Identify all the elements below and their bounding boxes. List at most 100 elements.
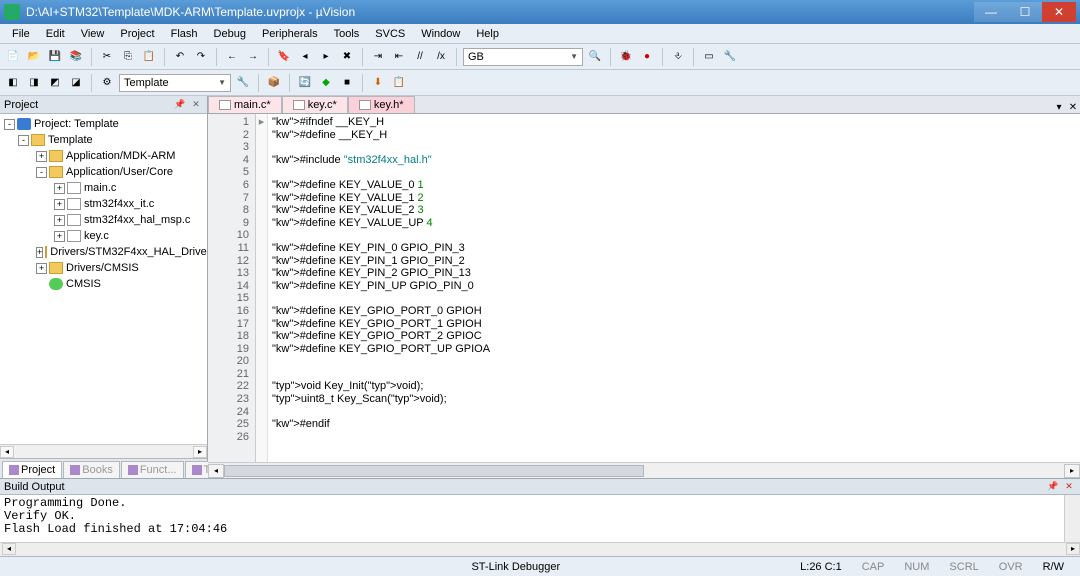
templates-window-icon[interactable]: ◪	[67, 74, 85, 92]
paste-icon[interactable]: 📋	[140, 48, 158, 66]
project-tab-books[interactable]: Books	[63, 461, 120, 478]
code-line[interactable]: "kw">#define KEY_VALUE_0 1	[272, 179, 1076, 192]
undo-icon[interactable]: ↶	[171, 48, 189, 66]
fold-column[interactable]: ▸	[256, 114, 268, 462]
editor-hscroll[interactable]: ◂ ▸	[208, 462, 1080, 478]
options-icon[interactable]: 🔧	[234, 74, 252, 92]
menu-edit[interactable]: Edit	[38, 26, 73, 42]
build-hscroll[interactable]: ◂ ▸	[0, 542, 1080, 556]
tab-dropdown-icon[interactable]: ▾	[1052, 102, 1066, 113]
menu-window[interactable]: Window	[413, 26, 468, 42]
copy-icon[interactable]: ⎘	[119, 48, 137, 66]
build-target-icon[interactable]: 📦	[265, 74, 283, 92]
editor-tab[interactable]: key.c*	[282, 96, 348, 113]
bookmark-prev-icon[interactable]: ◂	[296, 48, 314, 66]
open-file-icon[interactable]: 📂	[25, 48, 43, 66]
debug-start-icon[interactable]: 🐞	[617, 48, 635, 66]
menu-view[interactable]: View	[73, 26, 113, 42]
tab-close-icon[interactable]: ✕	[1066, 102, 1080, 113]
close-button[interactable]: ✕	[1042, 2, 1076, 22]
code-line[interactable]	[272, 368, 1076, 381]
code-line[interactable]	[272, 355, 1076, 368]
code-line[interactable]: "kw">#define KEY_GPIO_PORT_UP GPIOA	[272, 343, 1076, 356]
breakpoint-icon[interactable]: ●	[638, 48, 656, 66]
pin-icon[interactable]: 📌	[1046, 481, 1060, 493]
save-all-icon[interactable]: 📚	[67, 48, 85, 66]
new-file-icon[interactable]: 📄	[4, 48, 22, 66]
bookmark-clear-icon[interactable]: ✖	[338, 48, 356, 66]
menu-tools[interactable]: Tools	[326, 26, 368, 42]
scroll-left-icon[interactable]: ◂	[0, 446, 14, 458]
books-window-icon[interactable]: ◨	[25, 74, 43, 92]
close-pane-icon[interactable]: ✕	[189, 99, 203, 111]
pin-icon[interactable]: 📌	[173, 99, 187, 111]
tree-cmsis[interactable]: CMSIS	[0, 276, 207, 292]
code-line[interactable]	[272, 431, 1076, 444]
code-line[interactable]: "kw">#endif	[272, 418, 1076, 431]
translate-icon[interactable]: ◆	[317, 74, 335, 92]
functions-window-icon[interactable]: ◩	[46, 74, 64, 92]
stop-build-icon[interactable]: ■	[338, 74, 356, 92]
menu-flash[interactable]: Flash	[163, 26, 206, 42]
menu-peripherals[interactable]: Peripherals	[254, 26, 326, 42]
code-editor[interactable]: 1234567891011121314151617181920212223242…	[208, 114, 1080, 462]
insert-icon[interactable]: ⎀	[669, 48, 687, 66]
find-combo[interactable]: GB ▼	[463, 48, 583, 66]
project-tab-project[interactable]: Project	[2, 461, 62, 478]
scroll-right-icon[interactable]: ▸	[193, 446, 207, 458]
project-window-icon[interactable]: ◧	[4, 74, 22, 92]
tree-file[interactable]: +main.c	[0, 180, 207, 196]
tree-group[interactable]: +Application/MDK-ARM	[0, 148, 207, 164]
scroll-thumb[interactable]	[224, 465, 644, 477]
project-tab-funct[interactable]: Funct...	[121, 461, 184, 478]
scroll-left-icon[interactable]: ◂	[208, 464, 224, 478]
save-icon[interactable]: 💾	[46, 48, 64, 66]
tree-file[interactable]: +stm32f4xx_hal_msp.c	[0, 212, 207, 228]
code-line[interactable]: "typ">void Key_Init("typ">void);	[272, 380, 1076, 393]
code-line[interactable]	[272, 229, 1076, 242]
minimize-button[interactable]: —	[974, 2, 1008, 22]
find-icon[interactable]: 🔍	[586, 48, 604, 66]
build-icon[interactable]: ⚙	[98, 74, 116, 92]
redo-icon[interactable]: ↷	[192, 48, 210, 66]
code-line[interactable]: "kw">#define KEY_PIN_UP GPIO_PIN_0	[272, 280, 1076, 293]
menu-project[interactable]: Project	[112, 26, 162, 42]
tree-group[interactable]: -Application/User/Core	[0, 164, 207, 180]
code-line[interactable]: "kw">#define KEY_VALUE_UP 4	[272, 217, 1076, 230]
close-pane-icon[interactable]: ✕	[1062, 481, 1076, 493]
cut-icon[interactable]: ✂	[98, 48, 116, 66]
tree-target[interactable]: -Template	[0, 132, 207, 148]
target-combo[interactable]: Template ▼	[119, 74, 231, 92]
comment-icon[interactable]: //	[411, 48, 429, 66]
download-icon[interactable]: ⬇	[369, 74, 387, 92]
config-icon[interactable]: 🔧	[721, 48, 739, 66]
menu-help[interactable]: Help	[468, 26, 507, 42]
tree-project-root[interactable]: -Project: Template	[0, 116, 207, 132]
code-line[interactable]	[272, 406, 1076, 419]
tree-file[interactable]: +key.c	[0, 228, 207, 244]
code-content[interactable]: "kw">#ifndef __KEY_H"kw">#define __KEY_H…	[268, 114, 1080, 462]
code-line[interactable]	[272, 292, 1076, 305]
rebuild-icon[interactable]: 🔄	[296, 74, 314, 92]
window-icon[interactable]: ▭	[700, 48, 718, 66]
scroll-track[interactable]	[224, 464, 1064, 478]
indent-icon[interactable]: ⇥	[369, 48, 387, 66]
editor-tab[interactable]: key.h*	[348, 96, 415, 113]
bookmark-icon[interactable]: 🔖	[275, 48, 293, 66]
code-line[interactable]	[272, 141, 1076, 154]
build-output-text[interactable]: Programming Done. Verify OK. Flash Load …	[0, 495, 1064, 542]
scroll-right-icon[interactable]: ▸	[1064, 464, 1080, 478]
menu-debug[interactable]: Debug	[206, 26, 254, 42]
uncomment-icon[interactable]: /x	[432, 48, 450, 66]
code-line[interactable]: "kw">#define KEY_PIN_1 GPIO_PIN_2	[272, 255, 1076, 268]
scroll-left-icon[interactable]: ◂	[2, 543, 16, 555]
code-line[interactable]	[272, 166, 1076, 179]
tree-group[interactable]: +Drivers/STM32F4xx_HAL_Driver	[0, 244, 207, 260]
code-line[interactable]: "kw">#ifndef __KEY_H	[272, 116, 1076, 129]
nav-fwd-icon[interactable]: →	[244, 48, 262, 66]
code-line[interactable]: "kw">#define KEY_PIN_2 GPIO_PIN_13	[272, 267, 1076, 280]
menu-svcs[interactable]: SVCS	[367, 26, 413, 42]
code-line[interactable]: "kw">#define __KEY_H	[272, 129, 1076, 142]
project-tree[interactable]: -Project: Template-Template+Application/…	[0, 114, 207, 444]
tree-group[interactable]: +Drivers/CMSIS	[0, 260, 207, 276]
